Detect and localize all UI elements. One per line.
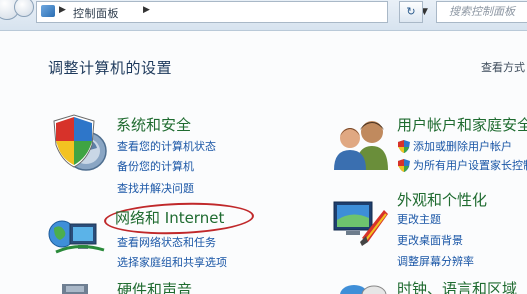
view-by-label: 查看方式 <box>481 61 525 74</box>
category-system-security[interactable]: 系统和安全 <box>116 114 191 135</box>
appearance-icon[interactable] <box>332 196 392 248</box>
link-view-network-status[interactable]: 查看网络状态和任务 <box>117 234 216 250</box>
shield-icon <box>398 138 410 153</box>
link-change-desktop-background[interactable]: 更改桌面背景 <box>397 232 463 248</box>
breadcrumb-control-panel[interactable]: 控制面板 <box>73 5 119 21</box>
link-view-computer-status[interactable]: 查看您的计算机状态 <box>117 138 216 154</box>
system-security-shield-icon[interactable] <box>50 113 108 173</box>
link-add-remove-accounts[interactable]: 添加或删除用户帐户 <box>413 138 512 154</box>
refresh-button[interactable]: ↻ <box>399 1 423 23</box>
link-homegroup-sharing[interactable]: 选择家庭组和共享选项 <box>117 254 227 270</box>
address-bar: ▶ 控制面板 ▶ ▼ ↻ 搜索控制面板 <box>0 0 527 31</box>
category-hardware-sound[interactable]: 硬件和声音 <box>117 279 192 294</box>
link-adjust-resolution[interactable]: 调整屏幕分辨率 <box>397 253 474 269</box>
link-backup-computer[interactable]: 备份您的计算机 <box>117 158 194 174</box>
breadcrumb-arrow-icon[interactable]: ▶ <box>143 5 150 15</box>
category-user-accounts[interactable]: 用户帐户和家庭安全 <box>397 114 527 135</box>
clock-globe-icon[interactable] <box>340 280 388 294</box>
link-troubleshoot[interactable]: 查找并解决问题 <box>117 180 194 196</box>
category-appearance[interactable]: 外观和个性化 <box>397 189 487 210</box>
control-panel-window: ▶ 控制面板 ▶ ▼ ↻ 搜索控制面板 调整计算机的设置 查看方式 系统和安全 … <box>0 0 527 294</box>
forward-button[interactable] <box>14 0 34 17</box>
users-icon[interactable] <box>334 116 394 170</box>
address-field[interactable]: ▶ 控制面板 ▶ ▼ <box>36 1 428 23</box>
search-input[interactable]: 搜索控制面板 <box>436 1 527 23</box>
link-parental-controls[interactable]: 为所有用户设置家长控制 <box>413 157 527 173</box>
category-clock-language-region[interactable]: 时钟、语言和区域 <box>397 278 517 294</box>
category-network-internet[interactable]: 网络和 Internet <box>115 207 224 228</box>
hardware-sound-icon[interactable] <box>58 278 98 294</box>
link-change-theme[interactable]: 更改主题 <box>397 211 441 227</box>
network-globe-icon[interactable] <box>48 212 106 260</box>
page-title: 调整计算机的设置 <box>48 59 173 77</box>
control-panel-icon <box>41 5 55 17</box>
breadcrumb-arrow-icon[interactable]: ▶ <box>59 5 66 15</box>
shield-icon <box>398 157 410 172</box>
